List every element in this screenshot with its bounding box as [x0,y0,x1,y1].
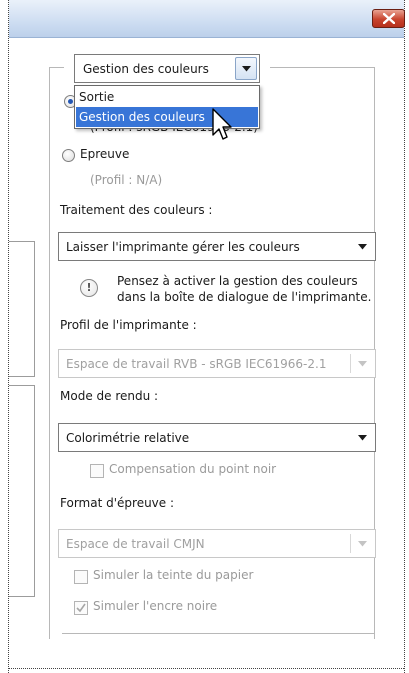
rendering-intent-label: Mode de rendu : [60,389,159,403]
note-line-1: Pensez à activer la gestion des couleurs [117,274,358,288]
info-icon: ! [80,279,98,297]
section-select-value: Gestion des couleurs [83,62,209,76]
select-separator [350,534,351,553]
chevron-down-icon [358,541,367,547]
chevron-down-icon [242,66,251,72]
section-dropdown-list: Sortie Gestion des couleurs [74,85,260,129]
printer-profile-value: Espace de travail RVB - sRGB IEC61966-2.… [66,357,327,371]
group-divider [62,633,374,634]
rendering-intent-select[interactable]: Colorimétrie relative [58,423,376,452]
proof-format-value: Espace de travail CMJN [66,537,205,551]
side-bracket [9,241,35,377]
radio-selected-dot [68,99,73,104]
mouse-cursor-icon [212,108,232,140]
simulate-paper-label: Simuler la teinte du papier [93,568,254,582]
simulate-ink-label: Simuler l'encre noire [93,599,218,613]
rendering-intent-value: Colorimétrie relative [66,431,190,445]
group-border [49,67,64,68]
radio-proof[interactable] [62,149,75,162]
chevron-down-icon [358,435,367,441]
section-select[interactable]: Gestion des couleurs [74,54,260,83]
select-separator [350,354,351,373]
color-handling-select[interactable]: Laisser l'imprimante gérer les couleurs [58,232,376,261]
dropdown-option-output[interactable]: Sortie [76,87,258,107]
simulate-paper-checkbox [74,570,88,584]
proof-format-select: Espace de travail CMJN [58,529,376,558]
color-handling-value: Laisser l'imprimante gérer les couleurs [66,240,300,254]
proof-format-label: Format d'épreuve : [60,496,175,510]
color-handling-label: Traitement des couleurs : [60,203,213,217]
note-line-2: dans la boîte de dialogue de l'imprimant… [117,290,372,304]
proof-profile-text: (Profil : N/A) [90,173,163,187]
side-bracket [9,385,35,597]
group-border [270,67,374,68]
simulate-ink-checkbox [74,601,88,615]
chevron-down-icon [358,244,367,250]
dotted-border-right [404,0,405,673]
black-point-label: Compensation du point noir [109,462,277,476]
group-border [49,67,50,639]
checkmark-icon [76,603,86,613]
dotted-border-bottom [8,668,404,669]
printer-profile-select: Espace de travail RVB - sRGB IEC61966-2.… [58,349,376,378]
section-select-button[interactable] [235,57,257,80]
window-titlebar [9,0,405,38]
black-point-checkbox [90,464,104,478]
close-icon [383,13,395,24]
chevron-down-icon [358,361,367,367]
radio-proof-label: Epreuve [80,147,130,161]
close-button[interactable] [372,9,405,28]
printer-profile-label: Profil de l'imprimante : [60,318,197,332]
